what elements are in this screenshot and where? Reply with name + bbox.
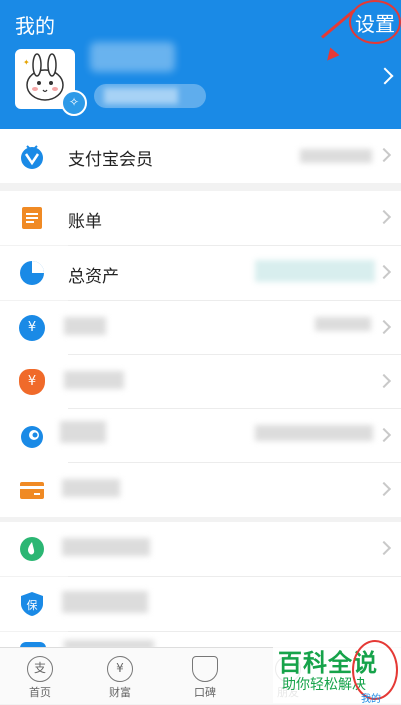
menu-label-blurred [60,421,106,443]
insurance-icon: 保 [21,592,43,616]
menu-label-blurred [64,317,106,335]
menu-item-5[interactable] [0,409,401,463]
page-title: 我的 [15,14,55,38]
card-icon [20,482,44,499]
menu-item-assets[interactable]: 总资产 [0,246,401,300]
chevron-right-icon [376,427,392,443]
menu-item-label: 总资产 [68,267,119,287]
tab-label: 财富 [109,686,131,699]
tab-home[interactable]: 支 首页 [0,648,80,704]
assets-pie-icon [20,261,44,285]
menu-label-blurred [62,591,148,613]
membership-label: 支付宝会员 [68,150,153,170]
tab-label: 口碑 [194,686,216,699]
chevron-right-icon [376,209,392,225]
svg-text:✦: ✦ [23,58,30,67]
chevron-right-icon [376,264,392,280]
annotation-arrow-head [322,47,340,65]
menu-value-blurred [255,425,373,441]
chevron-right-icon [376,481,392,497]
tab-wealth[interactable]: ¥ 财富 [80,648,160,704]
money-bag-icon: ¥ [19,369,45,395]
verified-badge-icon: ✧ [61,90,87,116]
menu-label-blurred [62,479,120,497]
menu-item-6[interactable] [0,463,401,517]
membership-row[interactable]: 支付宝会员 [0,129,401,183]
account-blurred [104,88,178,104]
menu-item-7[interactable] [0,522,401,576]
chevron-right-icon [376,319,392,335]
annotation-circle [349,0,401,44]
chevron-right-icon [376,147,392,163]
user-name-blurred [90,42,175,72]
menu-item-8[interactable]: 保 [0,577,401,631]
membership-value-blurred [300,149,372,163]
drop-icon [20,537,44,561]
chevron-right-icon [376,540,392,556]
menu-value-blurred [315,317,371,331]
fund-icon [21,426,43,448]
profile-header: 我的 设置 ✦ ✧ [0,0,401,129]
wealth-yen-icon: ¥ [107,656,133,682]
menu-label-blurred [64,371,124,389]
menu-item-3[interactable]: ¥ [0,301,401,355]
menu-item-label: 账单 [68,212,102,232]
menu-label-blurred [62,538,150,556]
insurance-glyph: 保 [27,598,38,612]
koubei-icon [192,656,218,682]
chevron-right-icon[interactable] [376,67,394,85]
yen-icon: ¥ [19,315,45,341]
alipay-icon: 支 [27,656,53,682]
menu-item-bill[interactable]: 账单 [0,191,401,245]
chevron-right-icon [376,373,392,389]
menu-item-4[interactable]: ¥ [0,355,401,409]
tab-label: 首页 [29,686,51,699]
assets-value-blurred [255,260,375,282]
tab-koubei[interactable]: 口碑 [165,648,245,704]
bill-icon [22,207,42,229]
member-shield-icon [21,145,43,169]
